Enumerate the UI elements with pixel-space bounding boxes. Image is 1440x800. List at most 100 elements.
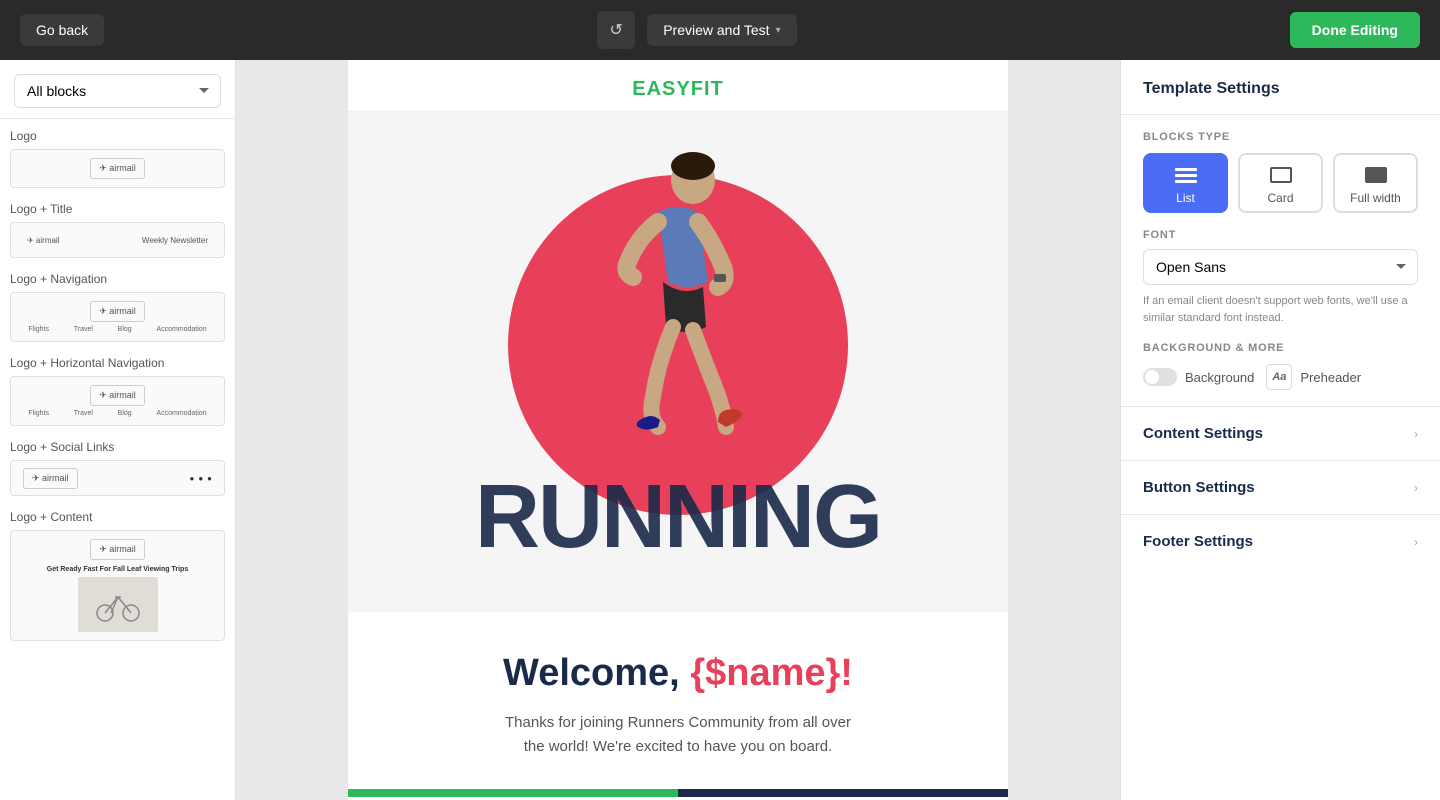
block-preview-logo-content[interactable]: ✈ airmail Get Ready Fast For Fall Leaf V… [10,530,225,641]
go-back-button[interactable]: Go back [20,14,104,46]
card-icon [1267,165,1295,185]
bg-more-row: Background Aa Preheader [1143,364,1418,390]
logo-fit: FIT [691,78,724,100]
blocks-list: Logo ✈ airmail Logo + Title ✈ airmail We… [0,119,235,800]
block-preview-logo-title[interactable]: ✈ airmail Weekly Newsletter [10,222,225,258]
history-icon: ↺ [610,20,623,40]
bg-more-label: BACKGROUND & MORE [1143,342,1418,354]
email-header: EASYFIT [348,60,1008,112]
block-preview-logo-hnav[interactable]: ✈ airmail Flights Travel Blog Accommodat… [10,376,225,426]
hnav-item-4: Accommodation [156,410,206,417]
font-label: FONT [1143,229,1418,241]
block-label-logo: Logo [10,129,225,143]
button-settings-title: Button Settings [1143,479,1255,496]
card-rect [1270,167,1292,183]
topbar-center: ↺ Preview and Test ▾ [597,11,796,49]
footer-settings-title: Footer Settings [1143,533,1253,550]
list-item: Logo + Social Links ✈ airmail ● ● ● [10,440,225,496]
mock-logo-title: ✈ airmail Weekly Newsletter [19,236,216,245]
list-item: Logo ✈ airmail [10,129,225,188]
hnav-item-1: Flights [28,410,49,417]
email-logo: EASYFIT [348,78,1008,101]
full-type-label: Full width [1350,191,1401,205]
preview-button[interactable]: Preview and Test ▾ [647,14,796,46]
logo-easy: EASY [632,78,690,100]
mock-logo-icon: ✈ airmail [27,236,59,245]
nav-item-4: Accommodation [156,326,206,333]
blocks-filter: All blocks Headers Content Footer [0,60,235,119]
mock-logo: ✈ airmail [90,158,145,179]
list-icon [1172,165,1200,185]
blocks-type-row: List Card Full width [1121,153,1440,229]
mock-hnav: Flights Travel Blog Accommodation [19,410,216,417]
block-label-logo-nav: Logo + Navigation [10,272,225,286]
mock-social-icons: ● ● ● [189,474,212,483]
accordion-footer-settings[interactable]: Footer Settings › [1121,514,1440,568]
mock-nav: Flights Travel Blog Accommodation [19,326,216,333]
bottom-bar-dark [678,789,1008,797]
block-type-card-button[interactable]: Card [1238,153,1323,213]
card-type-label: Card [1267,191,1293,205]
list-item: Logo + Content ✈ airmail Get Ready Fast … [10,510,225,641]
block-preview-logo-nav[interactable]: ✈ airmail Flights Travel Blog Accommodat… [10,292,225,342]
mock-logo-4: ✈ airmail [23,468,78,489]
font-select[interactable]: Open Sans Arial Georgia Helvetica Roboto… [1143,249,1418,285]
social-icon-3: ● [207,474,212,483]
welcome-section: Welcome, {$name}! Thanks for joining Run… [348,612,1008,789]
list-item: Logo + Horizontal Navigation ✈ airmail F… [10,356,225,426]
content-chevron-icon: › [1414,427,1418,441]
block-preview-logo-social[interactable]: ✈ airmail ● ● ● [10,460,225,496]
block-label-logo-content: Logo + Content [10,510,225,524]
left-sidebar: All blocks Headers Content Footer Logo ✈… [0,60,236,800]
font-section: FONT Open Sans Arial Georgia Helvetica R… [1121,229,1440,342]
bike-icon [93,585,143,625]
social-icon-2: ● [198,474,203,483]
accordion-content-header: Content Settings › [1121,407,1440,460]
bg-more-section: BACKGROUND & MORE Background Aa Preheade… [1121,342,1440,406]
list-line-2 [1175,174,1197,177]
main-layout: All blocks Headers Content Footer Logo ✈… [0,60,1440,800]
block-label-logo-social: Logo + Social Links [10,440,225,454]
block-preview-logo[interactable]: ✈ airmail [10,149,225,188]
social-icon-1: ● [189,474,194,483]
bottom-bar [348,789,1008,797]
blocks-type-label: BLOCKS TYPE [1121,115,1440,153]
right-sidebar-header: Template Settings [1121,60,1440,115]
preview-label: Preview and Test [663,22,769,38]
runner-svg [538,142,818,502]
blocks-filter-select[interactable]: All blocks Headers Content Footer [14,74,221,108]
preheader-toggle[interactable]: Aa Preheader [1266,364,1361,390]
background-toggle[interactable]: Background [1143,368,1254,386]
accordion-button-header: Button Settings › [1121,461,1440,514]
right-sidebar-title: Template Settings [1143,80,1418,98]
topbar-right: Done Editing [1290,12,1420,48]
block-type-list-button[interactable]: List [1143,153,1228,213]
list-line-1 [1175,168,1197,171]
block-type-full-button[interactable]: Full width [1333,153,1418,213]
welcome-variable: {$name}! [690,652,853,694]
list-type-label: List [1176,191,1195,205]
nav-item-3: Blog [118,326,132,333]
done-editing-button[interactable]: Done Editing [1290,12,1420,48]
hero-section: RUNNING [348,112,1008,612]
mock-content-text: Get Ready Fast For Fall Leaf Viewing Tri… [47,566,188,573]
hnav-item-2: Travel [74,410,93,417]
email-preview: EASYFIT [348,60,1008,800]
full-icon [1362,165,1390,185]
list-item: Logo + Title ✈ airmail Weekly Newsletter [10,202,225,258]
accordion-button-settings[interactable]: Button Settings › [1121,460,1440,514]
mock-logo-2: ✈ airmail [90,301,145,322]
topbar: Go back ↺ Preview and Test ▾ Done Editin… [0,0,1440,60]
welcome-text-prefix: Welcome, [503,652,690,694]
history-button[interactable]: ↺ [597,11,635,49]
accordion-content-settings[interactable]: Content Settings › [1121,406,1440,460]
mock-logo-3: ✈ airmail [90,385,145,406]
button-chevron-icon: › [1414,481,1418,495]
list-line-3 [1175,180,1197,183]
hero-runner [508,132,848,512]
welcome-heading: Welcome, {$name}! [428,652,928,695]
preheader-toggle-label: Preheader [1300,370,1361,385]
welcome-line-2: the world! We're excited to have you on … [524,738,833,755]
hnav-item-3: Blog [118,410,132,417]
mock-title-text: Weekly Newsletter [142,236,208,245]
